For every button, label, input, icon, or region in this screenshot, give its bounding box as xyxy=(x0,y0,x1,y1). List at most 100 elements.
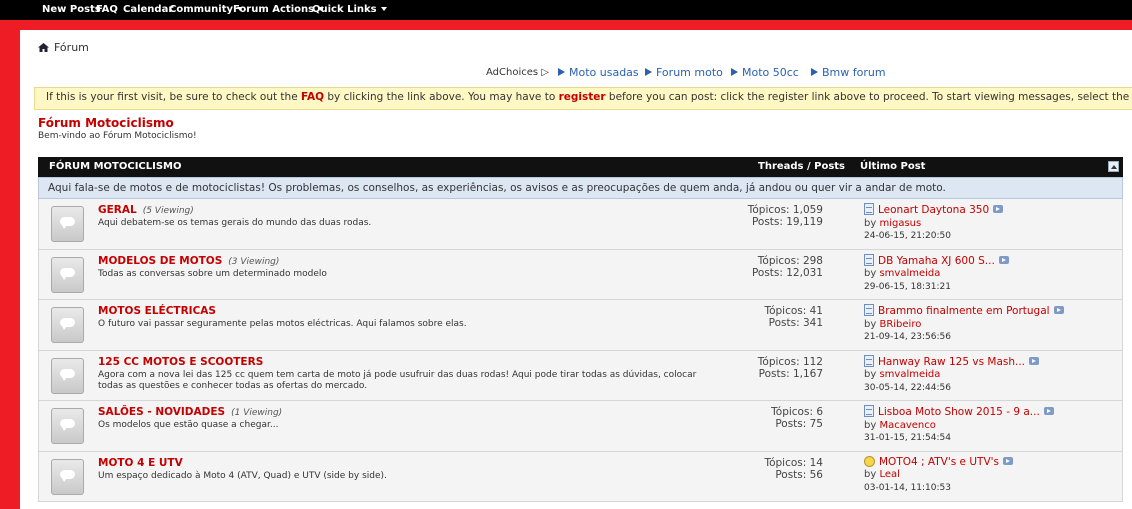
first-visit-notice: If this is your first visit, be sure to … xyxy=(34,87,1132,110)
threads-posts-header: Threads / Posts xyxy=(758,161,846,172)
by-label: by xyxy=(864,419,877,431)
last-post-date: 03-01-14, 11:10:53 xyxy=(864,482,951,493)
forum-row: MODELOS DE MOTOS (3 Viewing) Todas as conv… xyxy=(38,249,1123,300)
last-post-user-link[interactable]: Macavenco xyxy=(879,420,935,431)
category-description: Aqui fala-se de motos e de motociclistas… xyxy=(38,177,1123,199)
nav-calendar[interactable]: Calendar xyxy=(123,4,173,15)
go-to-last-post-icon[interactable] xyxy=(998,255,1009,264)
last-post-title-link[interactable]: Hanway Raw 125 vs Mash... xyxy=(878,356,1025,368)
ad-link-bmw-forum[interactable]: Bmw forum xyxy=(811,66,886,79)
adchoices-label[interactable]: AdChoices ▷ xyxy=(486,67,549,78)
forum-row: MOTOS ELÉCTRICAS O futuro vai passar segu… xyxy=(38,300,1123,351)
notice-register-link[interactable]: register xyxy=(559,91,606,103)
last-post-user-link[interactable]: smvalmeida xyxy=(879,369,940,380)
last-post: Leonart Daytona 350 by migasus 24-06-15, 2… xyxy=(864,203,1004,243)
category-header: FÓRUM MOTOCICLISMO Threads / Posts Últim… xyxy=(38,157,1123,177)
nav-community-label: Community xyxy=(169,4,234,15)
nav-new-posts[interactable]: New Posts xyxy=(42,4,101,15)
last-post-title-link[interactable]: Brammo finalmente em Portugal xyxy=(878,305,1050,317)
by-label: by xyxy=(864,318,877,330)
forum-name-link[interactable]: MOTO 4 E UTV xyxy=(98,457,189,469)
topics-count: Tópicos: 298 xyxy=(757,254,823,267)
ad-link-moto-50cc[interactable]: Moto 50cc xyxy=(731,66,799,79)
by-label: by xyxy=(864,217,877,229)
top-navbar: New Posts FAQ Calendar Community Forum A… xyxy=(0,0,1132,20)
last-post-date: 29-06-15, 18:31:21 xyxy=(864,281,951,292)
forum-name-link[interactable]: MODELOS DE MOTOS (3 Viewing) xyxy=(98,255,279,267)
forum-subtitle: Bem-vindo ao Fórum Motociclismo! xyxy=(38,131,197,141)
nav-faq[interactable]: FAQ xyxy=(96,4,118,15)
forum-name: 125 CC MOTOS E SCOOTERS xyxy=(98,355,264,368)
viewing-count: (3 Viewing) xyxy=(228,256,280,267)
forum-stats: Tópicos: 41 Posts: 341 xyxy=(764,305,823,329)
last-post-user-link[interactable]: migasus xyxy=(879,218,921,229)
go-to-last-post-icon[interactable] xyxy=(1043,407,1054,415)
last-post-date: 31-01-15, 21:54:54 xyxy=(864,433,951,443)
collapse-icon[interactable] xyxy=(1108,161,1119,172)
forum-status-icon xyxy=(51,408,84,444)
last-post: MOTO4 ; ATV's e UTV's by Leal 03-01-14, 11… xyxy=(864,455,1013,495)
forum-list: GERAL (5 Viewing) Aqui debatem-se os temas… xyxy=(38,199,1123,502)
forum-status-icon xyxy=(51,307,84,343)
go-to-last-post-icon[interactable] xyxy=(993,205,1004,213)
forum-status-icon xyxy=(51,357,84,394)
forum-stats: Tópicos: 1,059 Posts: 19,119 xyxy=(748,204,823,228)
topics-count: Tópicos: 41 xyxy=(764,305,823,317)
last-post-date: 24-06-15, 21:20:50 xyxy=(864,231,951,241)
last-post-user-link[interactable]: Leal xyxy=(879,469,899,480)
forum-name-link[interactable]: MOTOS ELÉCTRICAS xyxy=(98,305,222,317)
play-icon xyxy=(731,68,738,76)
forum-stats: Tópicos: 298 Posts: 12,031 xyxy=(752,255,823,279)
last-post-title-link[interactable]: DB Yamaha XJ 600 S... xyxy=(878,255,995,267)
posts-count: Posts: 75 xyxy=(775,418,823,430)
last-post-user-link[interactable]: smvalmeida xyxy=(879,268,940,279)
category-title-link[interactable]: FÓRUM MOTOCICLISMO xyxy=(49,161,182,172)
last-post-header: Último Post xyxy=(860,161,926,172)
last-post-title-link[interactable]: MOTO4 ; ATV's e UTV's xyxy=(879,456,999,468)
ad-link-forum-moto[interactable]: Forum moto xyxy=(645,66,723,79)
posts-count: Posts: 56 xyxy=(775,468,823,481)
nav-community[interactable]: Community xyxy=(169,4,244,15)
notice-faq-link[interactable]: FAQ xyxy=(301,91,324,103)
last-post-title-link[interactable]: Lisboa Moto Show 2015 - 9 a... xyxy=(878,406,1040,418)
ad-link-label: Moto 50cc xyxy=(742,66,799,79)
nav-quick-links[interactable]: Quick Links xyxy=(312,4,387,15)
play-icon xyxy=(558,68,565,76)
document-icon xyxy=(864,304,874,316)
last-post-user-link[interactable]: BRibeiro xyxy=(879,319,921,330)
document-icon xyxy=(864,405,874,417)
forum-row: GERAL (5 Viewing) Aqui debatem-se os temas… xyxy=(38,199,1123,250)
topics-count: Tópicos: 14 xyxy=(764,456,823,469)
forum-description: Os modelos que estão quase a chegar... xyxy=(98,420,279,430)
forum-description: Todas as conversas sobre um determinado … xyxy=(98,268,327,279)
forum-name-link[interactable]: GERAL (5 Viewing) xyxy=(98,204,194,216)
notice-text: before you can post: click the register … xyxy=(608,91,1132,103)
viewing-count: (1 Viewing) xyxy=(231,408,283,418)
viewing-count: (5 Viewing) xyxy=(142,206,194,216)
go-to-last-post-icon[interactable] xyxy=(1029,356,1040,365)
breadcrumb-forum-link[interactable]: Fórum xyxy=(54,41,89,54)
forum-name-link[interactable]: 125 CC MOTOS E SCOOTERS xyxy=(98,356,269,368)
nav-faq-label: FAQ xyxy=(96,4,118,15)
last-post: Lisboa Moto Show 2015 - 9 a... by Macaven… xyxy=(864,405,1054,445)
topics-count: Tópicos: 112 xyxy=(757,355,823,368)
ad-link-label: Bmw forum xyxy=(822,66,886,79)
last-post-date: 21-09-14, 23:56:56 xyxy=(864,332,951,342)
forum-name: SALÕES - NOVIDADES xyxy=(98,406,226,418)
last-post-title-link[interactable]: Leonart Daytona 350 xyxy=(878,204,989,216)
forum-stats: Tópicos: 112 Posts: 1,167 xyxy=(758,356,823,380)
page-content: Fórum AdChoices ▷ Moto usadas Forum moto… xyxy=(20,30,1132,509)
nav-calendar-label: Calendar xyxy=(123,4,174,15)
ad-link-moto-usadas[interactable]: Moto usadas xyxy=(558,66,639,79)
forum-description: Um espaço dedicado à Moto 4 (ATV, Quad) … xyxy=(98,470,387,481)
nav-forum-actions[interactable]: Forum Actions xyxy=(233,4,325,15)
forum-name: MOTOS ELÉCTRICAS xyxy=(98,305,216,317)
forum-name-link[interactable]: SALÕES - NOVIDADES (1 Viewing) xyxy=(98,406,282,418)
home-icon[interactable] xyxy=(38,43,49,52)
notice-text: by clicking the link above. You may have… xyxy=(324,91,559,103)
last-post-date: 30-05-14, 22:44:56 xyxy=(864,382,951,393)
notice-text: If this is your first visit, be sure to … xyxy=(46,91,301,103)
forum-stats: Tópicos: 14 Posts: 56 xyxy=(764,457,823,481)
go-to-last-post-icon[interactable] xyxy=(1003,456,1013,465)
go-to-last-post-icon[interactable] xyxy=(1053,306,1064,314)
